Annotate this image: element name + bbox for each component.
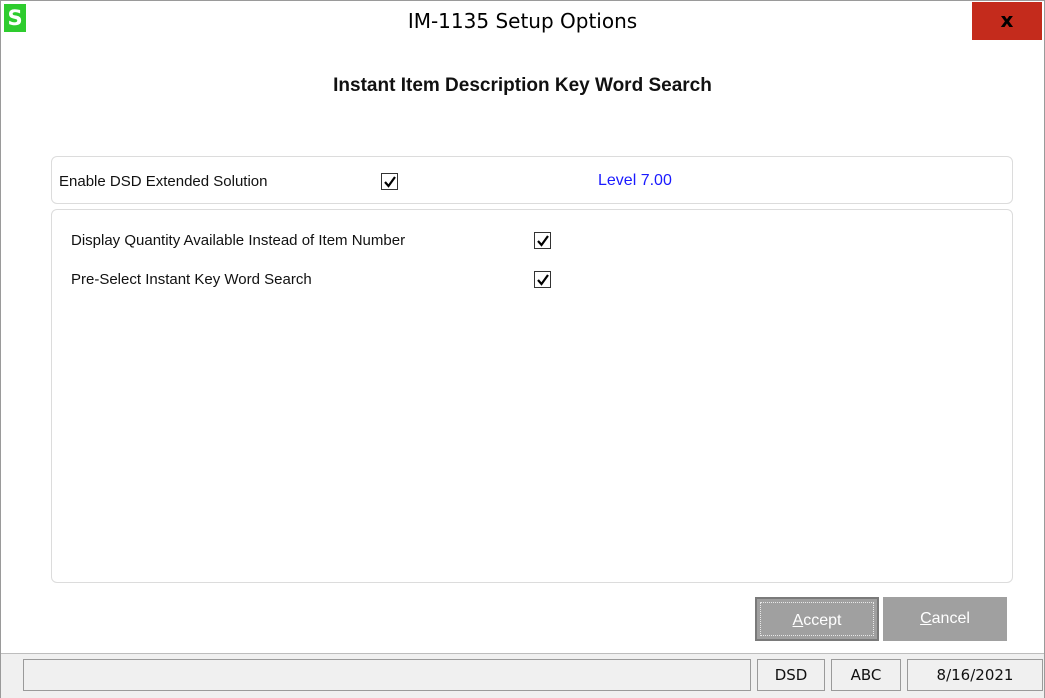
close-icon: x [1000,8,1014,32]
level-label: Level 7.00 [598,172,672,189]
dialog-heading: Instant Item Description Key Word Search [333,75,712,96]
setup-options-window: S IM-1135 Setup Options x Instant Item D… [0,0,1045,698]
checkmark-icon [537,274,549,286]
status-bar: DSD ABC 8/16/2021 [1,653,1044,698]
option-label-display-quantity: Display Quantity Available Instead of It… [71,232,406,249]
checkmark-icon [384,176,396,188]
focus-rectangle [760,602,874,636]
accept-button[interactable]: Accept [755,597,879,641]
enable-dsd-label: Enable DSD Extended Solution [59,173,268,190]
cancel-button[interactable]: Cancel [883,597,1007,641]
preselect-search-checkbox[interactable] [534,271,551,288]
display-quantity-checkbox[interactable] [534,232,551,249]
cancel-mnemonic: C [920,610,932,627]
status-panel-message [23,659,751,691]
status-panel-date: 8/16/2021 [907,659,1043,691]
status-panel-company-code: DSD [757,659,825,691]
window-title: IM-1135 Setup Options [407,9,638,33]
checkmark-icon [537,235,549,247]
option-label-preselect-search: Pre-Select Instant Key Word Search [71,271,312,288]
enable-dsd-checkbox[interactable] [381,173,398,190]
cancel-label: ancel [931,610,970,627]
status-panel-user-code: ABC [831,659,901,691]
close-button[interactable]: x [972,2,1042,40]
title-bar[interactable]: S IM-1135 Setup Options x [1,1,1044,41]
options-group [51,209,1013,583]
